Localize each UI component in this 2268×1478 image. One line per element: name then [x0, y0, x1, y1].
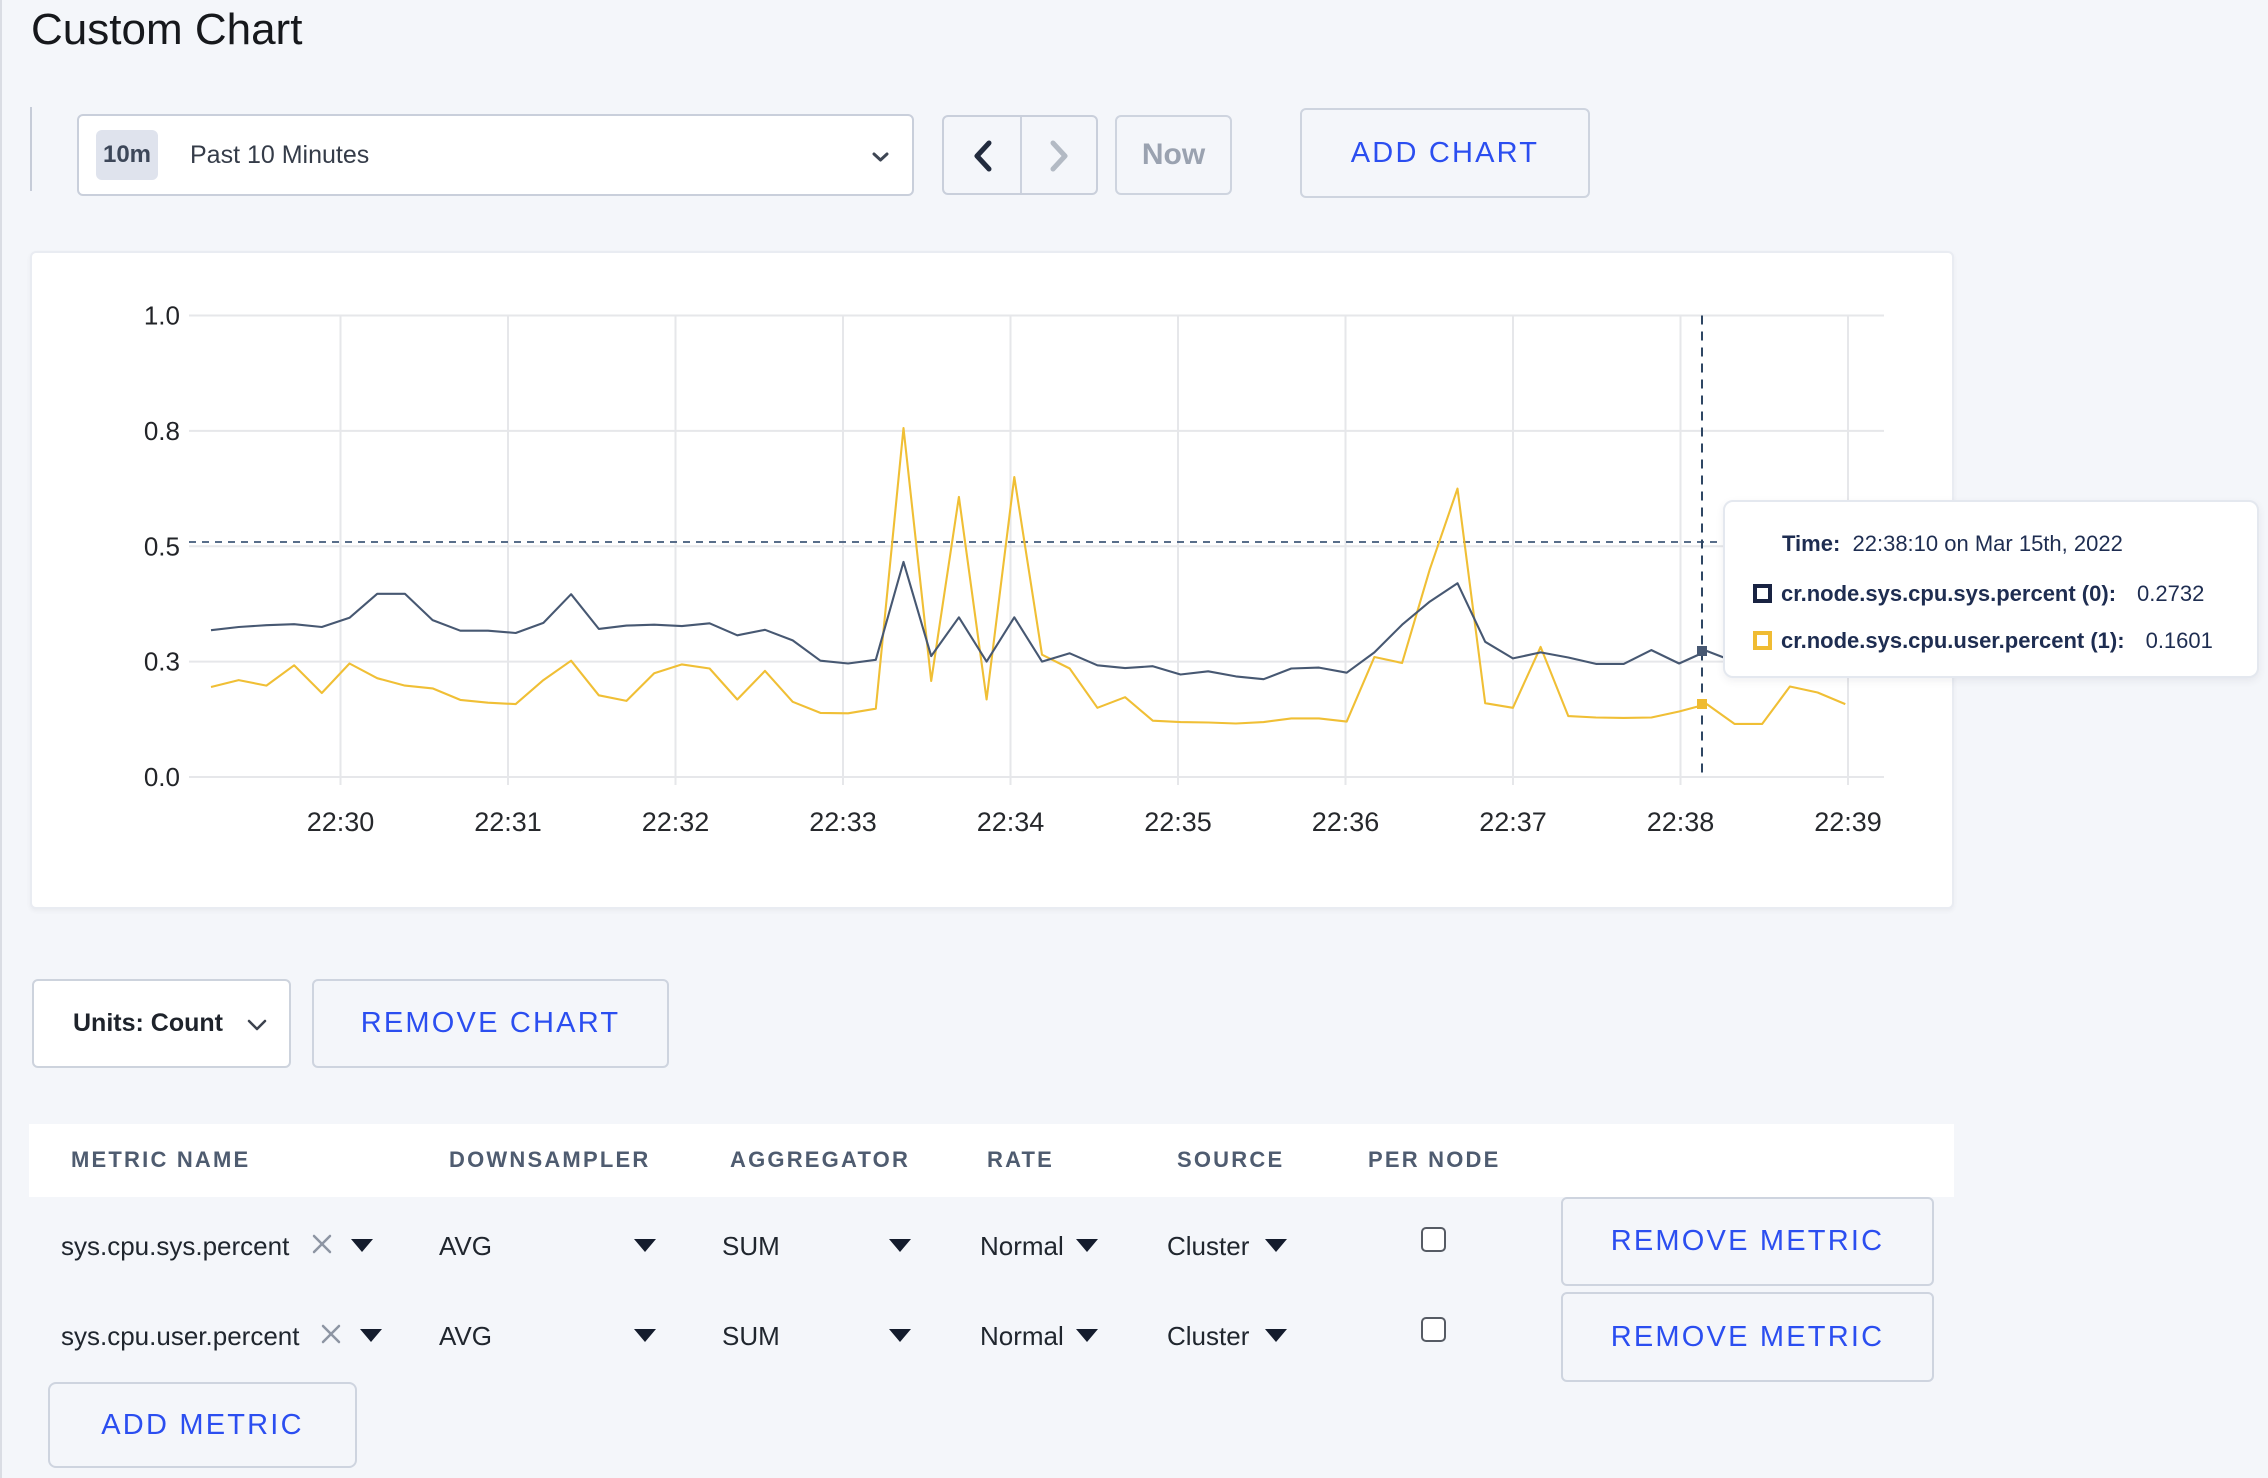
svg-text:0.0: 0.0: [144, 762, 180, 792]
svg-text:0.5: 0.5: [144, 531, 180, 561]
svg-text:22:34: 22:34: [977, 807, 1045, 837]
svg-text:22:33: 22:33: [809, 807, 877, 837]
svg-text:22:30: 22:30: [307, 807, 375, 837]
svg-text:22:32: 22:32: [642, 807, 710, 837]
svg-text:0.8: 0.8: [144, 416, 180, 446]
svg-text:22:31: 22:31: [474, 807, 542, 837]
svg-text:22:37: 22:37: [1479, 807, 1547, 837]
svg-text:1.0: 1.0: [144, 301, 180, 331]
svg-text:22:36: 22:36: [1312, 807, 1380, 837]
svg-text:22:35: 22:35: [1144, 807, 1212, 837]
svg-text:22:38: 22:38: [1647, 807, 1715, 837]
svg-text:22:39: 22:39: [1814, 807, 1882, 837]
svg-text:0.3: 0.3: [144, 647, 180, 677]
